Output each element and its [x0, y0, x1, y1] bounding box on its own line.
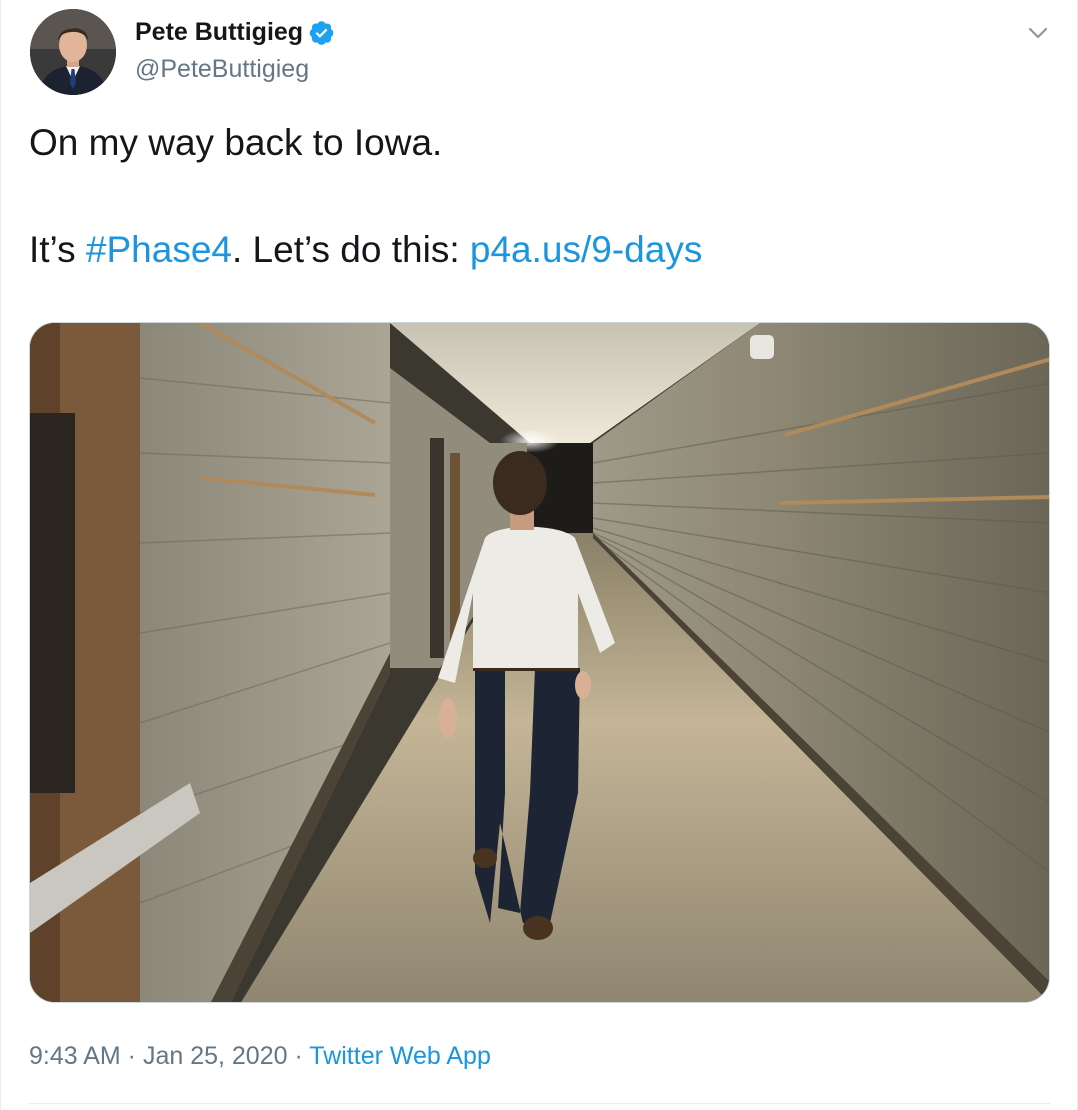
meta-separator: · — [287, 1042, 310, 1070]
tweet-date[interactable]: Jan 25, 2020 — [143, 1042, 288, 1070]
author-handle[interactable]: @PeteButtigieg — [135, 54, 309, 84]
tweet-text-prefix: It’s — [29, 229, 86, 270]
tweet-card: Pete Buttigieg @PeteButtigieg On my way … — [0, 0, 1078, 1110]
chevron-down-icon[interactable] — [1023, 18, 1053, 48]
tweet-text-middle: . Let’s do this: — [231, 229, 470, 270]
author-name-row: Pete Buttigieg — [135, 16, 335, 48]
url-link[interactable]: p4a.us/9-days — [470, 229, 702, 270]
tweet-metadata: 9:43 AM · Jan 25, 2020 · Twitter Web App — [29, 1040, 491, 1072]
divider — [29, 1103, 1050, 1104]
tweet-time[interactable]: 9:43 AM — [29, 1042, 121, 1070]
tweet-text-line2: It’s #Phase4. Let’s do this: p4a.us/9-da… — [29, 228, 702, 272]
author-name[interactable]: Pete Buttigieg — [135, 16, 303, 48]
tweet-photo[interactable] — [29, 322, 1050, 1003]
verified-badge-icon — [308, 19, 335, 46]
hashtag-link[interactable]: #Phase4 — [86, 229, 232, 270]
avatar[interactable] — [30, 9, 116, 95]
tweet-text-line1: On my way back to Iowa. — [29, 122, 443, 163]
source-app-link[interactable]: Twitter Web App — [309, 1042, 491, 1070]
meta-separator: · — [120, 1042, 143, 1070]
